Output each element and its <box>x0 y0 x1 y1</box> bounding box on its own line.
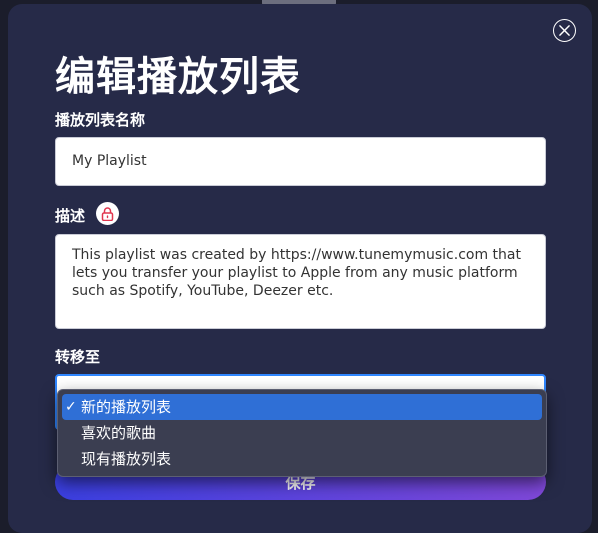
option-liked-songs[interactable]: 喜欢的歌曲 <box>62 420 542 446</box>
description-textarea[interactable]: This playlist was created by https://www… <box>55 234 546 329</box>
transfer-to-label: 转移至 <box>55 348 101 366</box>
playlist-name-label: 播放列表名称 <box>55 111 146 129</box>
dialog-title: 编辑播放列表 <box>55 54 301 100</box>
transfer-to-dropdown-menu: ✓ 新的播放列表 喜欢的歌曲 现有播放列表 <box>57 389 547 477</box>
description-label: 描述 <box>55 207 86 225</box>
option-new-playlist[interactable]: ✓ 新的播放列表 <box>62 394 542 420</box>
close-button[interactable] <box>553 19 576 42</box>
close-icon <box>559 25 570 36</box>
option-label: 现有播放列表 <box>81 450 172 468</box>
description-lock-button[interactable] <box>96 202 119 225</box>
option-existing-playlist[interactable]: 现有播放列表 <box>62 446 542 472</box>
playlist-name-input[interactable]: My Playlist <box>55 137 546 186</box>
edit-playlist-dialog: 编辑播放列表 播放列表名称 My Playlist 描述 This playli… <box>8 4 592 533</box>
option-label: 喜欢的歌曲 <box>81 424 157 442</box>
checkmark-icon: ✓ <box>65 399 77 415</box>
option-label: 新的播放列表 <box>81 398 172 416</box>
lock-icon <box>101 206 114 221</box>
